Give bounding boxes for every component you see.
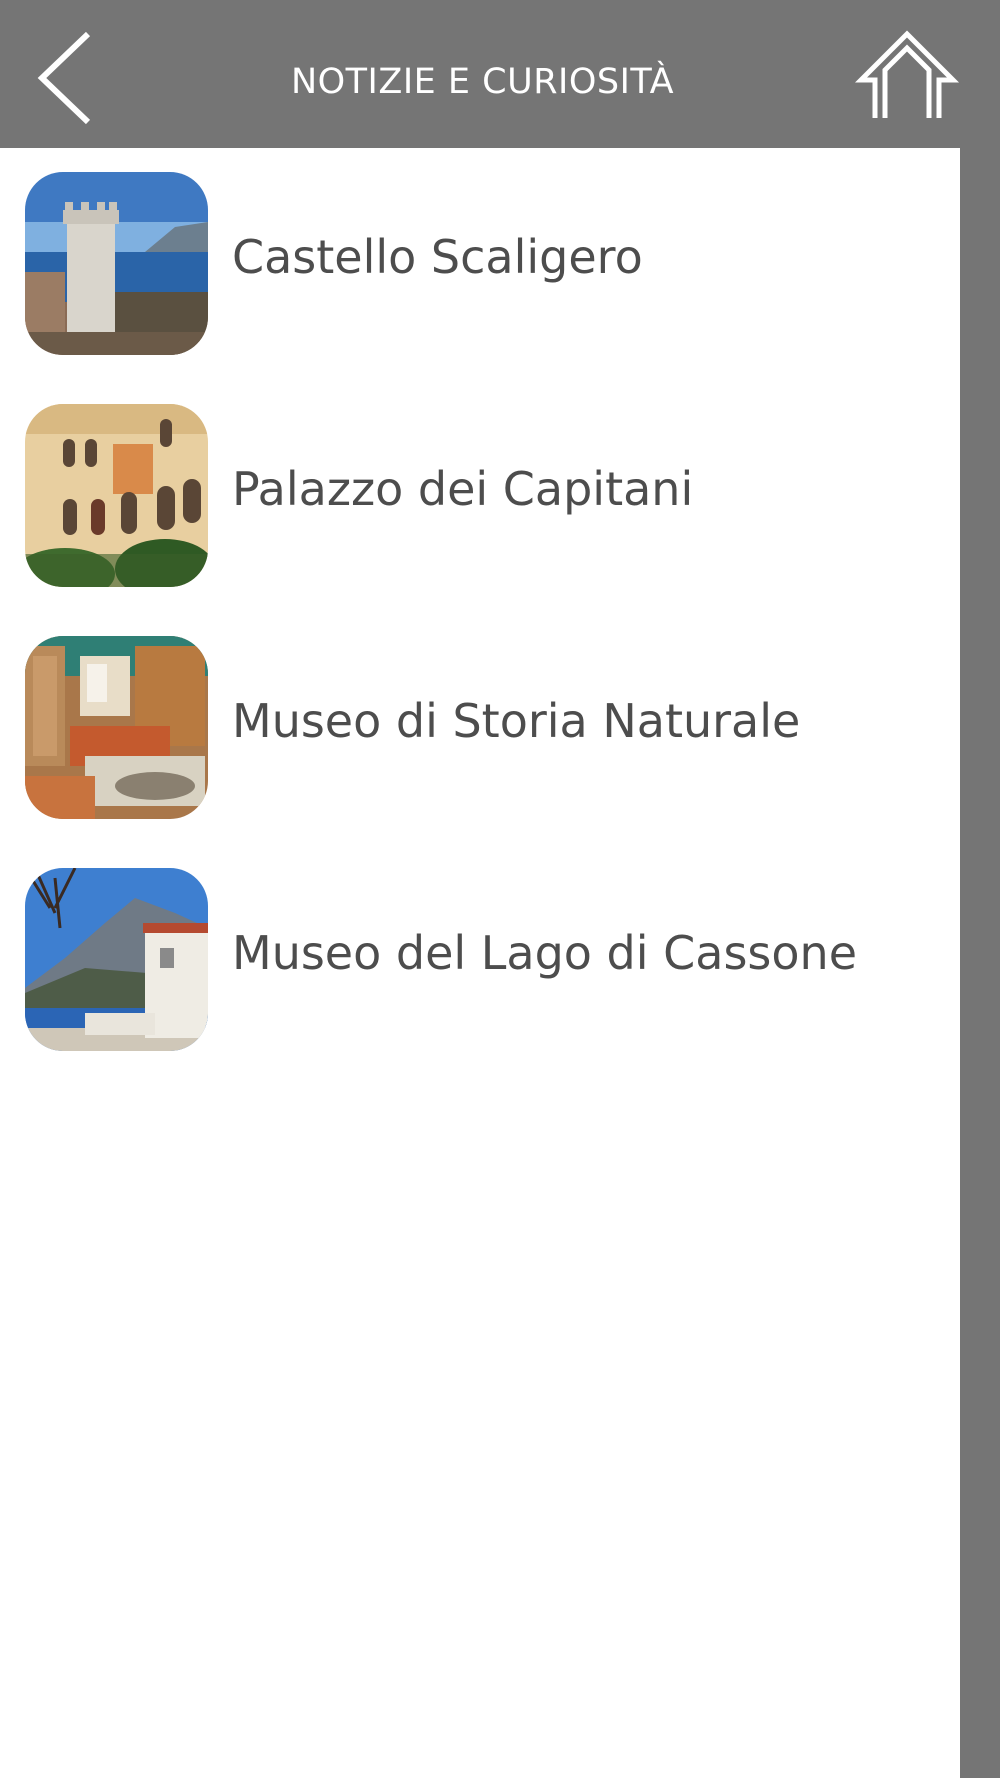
lake-museum-thumbnail <box>25 868 208 1051</box>
castle-tower-thumbnail <box>25 172 208 355</box>
list-item[interactable]: Museo del Lago di Cassone <box>0 844 960 1051</box>
list-item-label: Museo di Storia Naturale <box>232 694 801 748</box>
palace-facade-thumbnail <box>25 404 208 587</box>
list-item[interactable]: Museo di Storia Naturale <box>0 612 960 819</box>
museum-interior-photo-icon <box>25 636 208 819</box>
museum-interior-thumbnail <box>25 636 208 819</box>
list-item-label: Palazzo dei Capitani <box>232 462 694 516</box>
home-icon <box>854 30 960 118</box>
home-button[interactable] <box>854 30 960 122</box>
list-item-label: Museo del Lago di Cassone <box>232 926 857 980</box>
back-button[interactable] <box>30 28 110 128</box>
list-item-label: Castello Scaligero <box>232 230 643 284</box>
page-title: NOTIZIE E CURIOSITÀ <box>290 62 675 102</box>
top-bar: NOTIZIE E CURIOSITÀ <box>0 0 1000 148</box>
list-item[interactable]: Palazzo dei Capitani <box>0 380 960 587</box>
content-list: Castello Scaligero Palazzo dei Capitani <box>0 148 960 1778</box>
list-item[interactable]: Castello Scaligero <box>0 148 960 355</box>
lake-museum-photo-icon <box>25 868 208 1051</box>
castle-tower-photo-icon <box>25 172 208 355</box>
chevron-left-icon <box>37 31 91 125</box>
palace-facade-photo-icon <box>25 404 208 587</box>
